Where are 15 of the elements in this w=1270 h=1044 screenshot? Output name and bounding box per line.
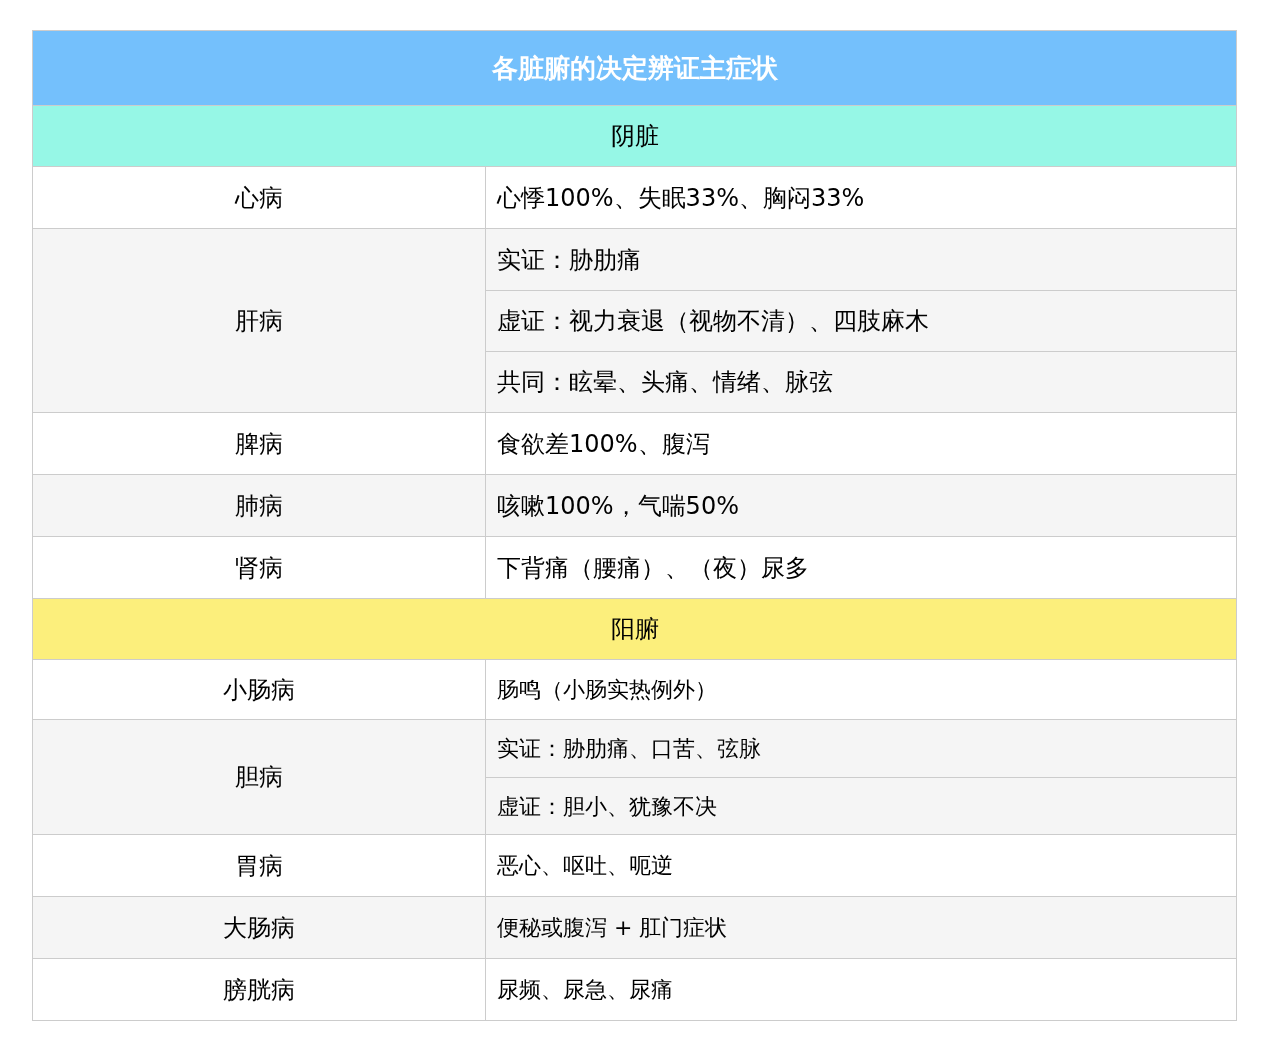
table-cell-text: 实证：胁肋痛、口苦、弦脉: [496, 735, 762, 763]
table-cell: 虚证：视力衰退（视物不清）、四肢麻木: [486, 290, 1236, 351]
table-cell-text: 心悸100%、失眠33%、胸闷33%: [496, 182, 866, 214]
section-header: 阴脏: [33, 105, 1236, 166]
row-header-cell: 膀胱病: [33, 959, 486, 1020]
table-cell-text: 咳嗽100%，气喘50%: [496, 490, 740, 522]
table-cell-text: 实证：胁肋痛: [496, 244, 642, 276]
table-cell-text: 尿频、尿急、尿痛: [496, 976, 674, 1004]
section-header: 阳腑: [33, 598, 1236, 659]
table-cell-text: 肠鸣（小肠实热例外）: [496, 676, 718, 704]
table-cell-text: 食欲差100%、腹泻: [496, 428, 711, 460]
table-cell-text: 恶心、呕吐、呃逆: [496, 852, 674, 880]
table-title: 各脏腑的决定辨证主症状: [33, 31, 1236, 105]
table-cell-text: 下背痛（腰痛）、（夜）尿多: [496, 552, 810, 584]
table-cell-text: 便秘或腹泻 + 肛门症状: [496, 914, 729, 942]
